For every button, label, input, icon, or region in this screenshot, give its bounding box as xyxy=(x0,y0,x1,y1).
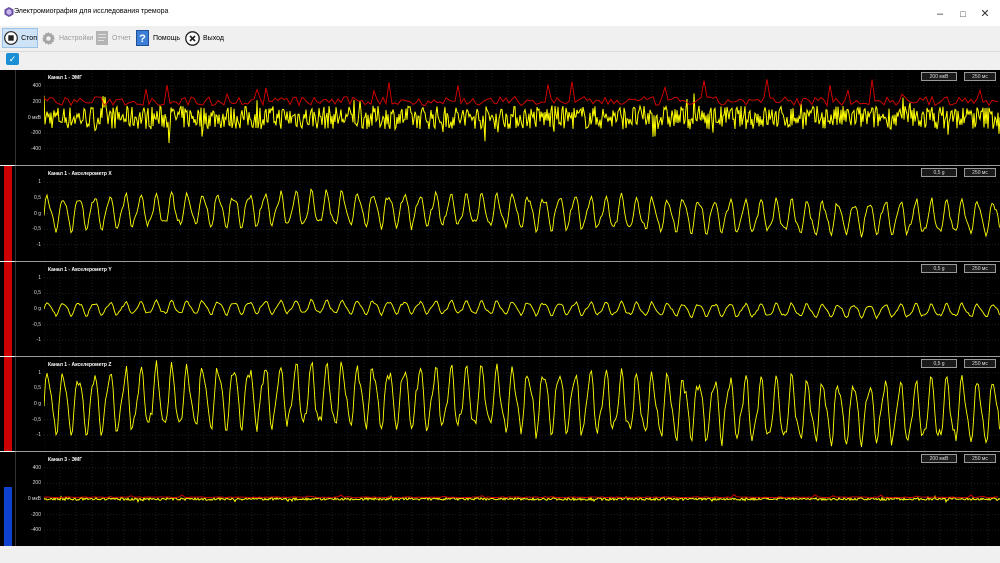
channel-title: Канал 1 - ЭМГ xyxy=(48,75,83,81)
signal-plot xyxy=(44,357,1000,451)
y-tick-label: 0,5 xyxy=(34,290,41,297)
y-tick-label: -1 xyxy=(36,432,41,439)
y-tick-label: -400 xyxy=(30,145,41,152)
envelope-trace xyxy=(44,494,998,499)
signal-plot xyxy=(44,166,1000,261)
time-scale-box[interactable]: 250 мс xyxy=(964,454,996,463)
signal-plot xyxy=(44,262,1000,356)
level-meter xyxy=(0,166,16,261)
y-tick-label: 200 xyxy=(32,480,41,487)
y-tick-label: 0 g xyxy=(34,401,41,407)
channel-panel: 1 0,5 0 g -0,5 -1 Канал 1 - Акселерометр X 0,5… xyxy=(0,166,1000,261)
level-meter-fill xyxy=(4,357,12,451)
level-meter-fill xyxy=(4,262,12,356)
level-meter-fill xyxy=(4,166,12,261)
settings-label: Настройки xyxy=(59,34,94,42)
channel-title: Канал 1 - Акселерометр X xyxy=(48,171,112,177)
y-tick-label: -1 xyxy=(36,241,41,248)
time-scale-box[interactable]: 250 мс xyxy=(964,168,996,177)
amplitude-scale-box[interactable]: 200 мкВ xyxy=(921,72,957,81)
time-scale-box[interactable]: 250 мс xyxy=(964,72,996,81)
exit-icon xyxy=(184,30,200,46)
stop-button[interactable]: Стоп xyxy=(2,28,38,48)
level-meter xyxy=(0,452,16,546)
amplitude-scale-box[interactable]: 0,5 g xyxy=(921,168,957,177)
y-tick-label: -1 xyxy=(36,337,41,344)
stop-label: Стоп xyxy=(21,34,37,42)
app-icon xyxy=(4,7,14,17)
y-tick-label: 0 мкВ xyxy=(27,496,41,502)
report-icon xyxy=(95,30,109,46)
gear-icon xyxy=(41,30,56,46)
amplitude-scale-box[interactable]: 200 мкВ xyxy=(921,454,957,463)
checkbox-toggle[interactable]: ✓ xyxy=(6,53,19,65)
y-tick-label: 0,5 xyxy=(34,194,41,201)
level-meter xyxy=(0,262,16,356)
channel-title: Канал 1 - Акселерометр Z xyxy=(48,362,112,368)
title-bar: Электромиография для исследования тремор… xyxy=(0,0,1000,26)
signal-trace xyxy=(44,360,1000,447)
amplitude-scale-box[interactable]: 0,5 g xyxy=(921,359,957,368)
help-icon: ? xyxy=(136,30,150,46)
y-tick-label: -200 xyxy=(30,511,41,518)
channel-panel: 400 200 0 мкВ -200 -400 Канал 3 - ЭМГ 200 мкВ 2… xyxy=(0,452,1000,546)
channel-panel: 1 0,5 0 g -0,5 -1 Канал 1 - Акселерометр Z 0,5… xyxy=(0,357,1000,451)
report-label: Отчет xyxy=(112,34,132,42)
y-tick-label: 1 xyxy=(38,179,41,186)
y-tick-label: 400 xyxy=(32,464,41,471)
help-button[interactable]: ? Помощь xyxy=(136,28,180,48)
y-tick-label: 0,5 xyxy=(34,385,41,392)
y-tick-label: 0 g xyxy=(34,210,41,217)
channel-title: Канал 3 - ЭМГ xyxy=(48,457,83,463)
channel-panel: 400 200 0 мкВ -200 -400 Канал 1 - ЭМГ 200 мкВ 2… xyxy=(0,70,1000,165)
signal-plot xyxy=(44,70,1000,165)
y-tick-label: 0 мкВ xyxy=(27,114,41,121)
y-tick-label: -200 xyxy=(30,130,41,137)
level-meter xyxy=(0,70,16,165)
y-tick-label: 1 xyxy=(38,274,41,281)
y-tick-label: -0,5 xyxy=(32,416,41,423)
channel-title: Канал 1 - Акселерометр Y xyxy=(48,267,112,273)
toolbar: Стоп Настройки Отчет ? Помощь Выход xyxy=(0,26,1000,52)
time-scale-box[interactable]: 250 мс xyxy=(964,359,996,368)
stop-icon xyxy=(3,30,18,46)
y-tick-label: 0 g xyxy=(34,306,41,312)
settings-button[interactable]: Настройки xyxy=(41,28,94,48)
window-title: Электромиография для исследования тремор… xyxy=(14,8,169,15)
amplitude-scale-box[interactable]: 0,5 g xyxy=(921,264,957,273)
y-tick-label: 1 xyxy=(38,369,41,376)
exit-button[interactable]: Выход xyxy=(184,28,224,48)
sub-toolbar xyxy=(0,52,1000,68)
signal-plot xyxy=(44,452,1000,546)
y-tick-label: -0,5 xyxy=(32,226,41,233)
level-meter xyxy=(0,357,16,451)
close-button[interactable]: ✕ xyxy=(970,4,1000,24)
channel-panel: 1 0,5 0 g -0,5 -1 Канал 1 - Акселерометр Y 0,5… xyxy=(0,262,1000,356)
svg-text:?: ? xyxy=(140,33,147,45)
y-tick-label: -400 xyxy=(30,527,41,534)
exit-label: Выход xyxy=(203,34,224,42)
y-tick-label: -0,5 xyxy=(32,321,41,328)
report-button[interactable]: Отчет xyxy=(95,28,131,48)
level-meter-fill xyxy=(4,487,12,546)
help-label: Помощь xyxy=(152,34,180,42)
y-tick-label: 200 xyxy=(32,98,41,105)
y-tick-label: 400 xyxy=(32,83,41,90)
time-scale-box[interactable]: 250 мс xyxy=(964,264,996,273)
